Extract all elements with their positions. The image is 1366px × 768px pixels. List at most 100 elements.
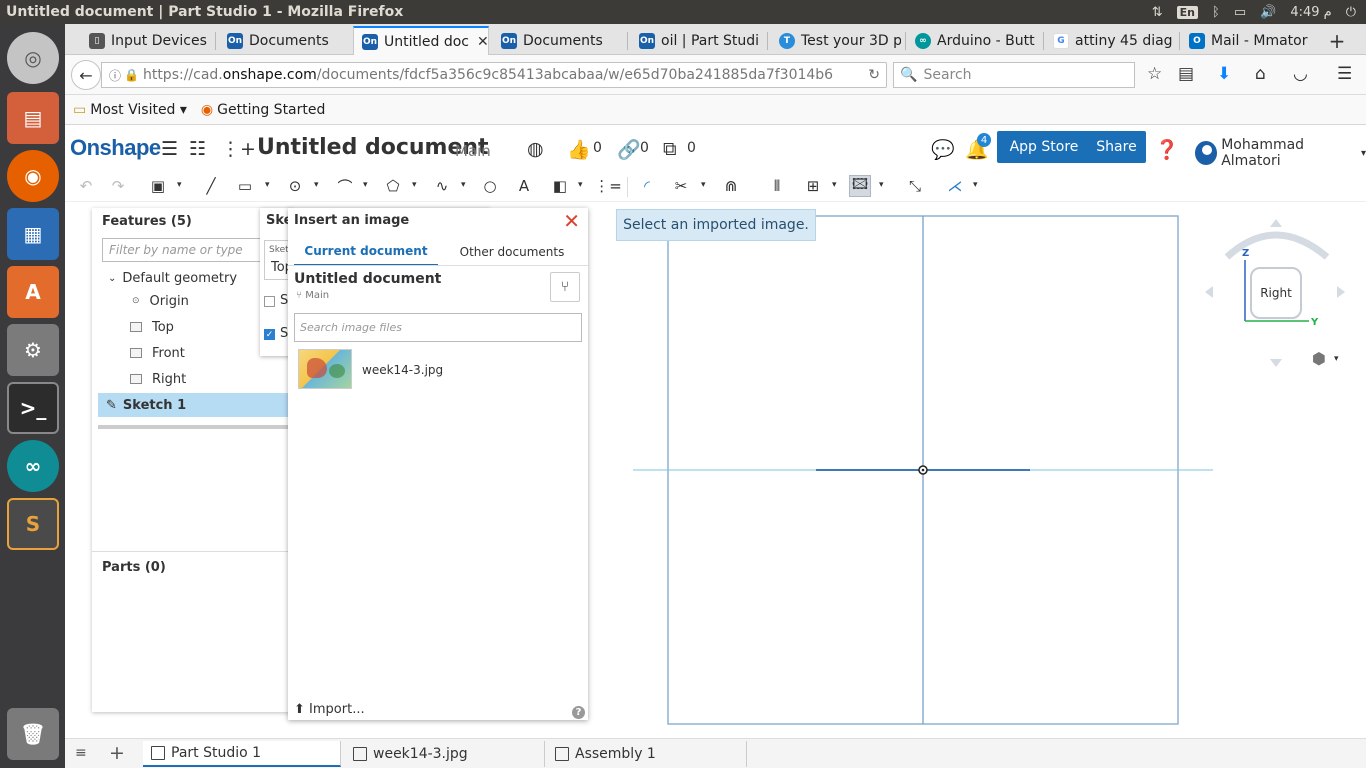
language-indicator[interactable]: En <box>1176 5 1199 19</box>
ubuntu-dash-icon[interactable]: ◎ <box>7 32 59 84</box>
close-icon[interactable]: ✕ <box>477 34 488 50</box>
new-tab-button[interactable]: + <box>1322 26 1352 55</box>
tab-documents[interactable]: On Documents <box>219 26 349 55</box>
tab-input-devices[interactable]: ▯ Input Devices <box>81 26 211 55</box>
url-bar[interactable]: ⓘ 🔒 https://cad.onshape.com/documents/fd… <box>101 62 887 88</box>
firefox-icon[interactable]: ◉ <box>7 150 59 202</box>
share-button[interactable]: Share <box>1087 131 1146 163</box>
horizontal-scrollbar[interactable] <box>98 425 288 429</box>
arduino-icon[interactable]: ∞ <box>7 440 59 492</box>
spline-icon[interactable]: ∿ <box>431 175 453 197</box>
mirror-icon[interactable]: ⫴ <box>766 175 788 197</box>
tab-assembly-1[interactable]: Assembly 1 <box>547 741 747 767</box>
line-icon[interactable]: ╱ <box>200 175 222 197</box>
insert-feature-icon[interactable]: ⋮+ <box>221 138 256 160</box>
info-icon[interactable]: ⓘ <box>106 67 124 84</box>
construction-icon[interactable]: ⋮= <box>594 175 622 197</box>
help-icon[interactable]: ? <box>572 706 585 719</box>
tab-attiny[interactable]: G attiny 45 diag <box>1045 26 1175 55</box>
keyboard-arrows-icon[interactable]: ⇅ <box>1152 5 1163 20</box>
trash-icon[interactable]: 🗑 <box>7 708 59 760</box>
fillet-icon[interactable]: ◜ <box>636 175 658 197</box>
tab-current-document[interactable]: Current document <box>294 238 438 266</box>
chevron-down-icon[interactable]: ⌄ <box>108 273 116 284</box>
trim-icon[interactable]: ✂ <box>670 175 692 197</box>
downloads-icon[interactable]: ⬇ <box>1217 64 1231 84</box>
branch-icon[interactable]: ⑂ <box>550 272 580 302</box>
software-center-icon[interactable]: A <box>7 266 59 318</box>
home-icon[interactable]: ⌂ <box>1255 64 1266 84</box>
hamburger-menu-icon[interactable]: ☰ <box>161 138 178 160</box>
terminal-icon[interactable]: >_ <box>7 382 59 434</box>
reload-icon[interactable]: ↻ <box>868 67 880 83</box>
view-cube-face[interactable]: Right <box>1250 267 1302 319</box>
tab-mail[interactable]: O Mail - Mmator <box>1181 26 1317 55</box>
search-image-input[interactable]: Search image files <box>294 313 582 342</box>
close-icon[interactable]: ✕ <box>563 209 580 233</box>
undo-icon[interactable]: ↶ <box>75 175 97 197</box>
checkbox-unchecked[interactable] <box>264 296 275 307</box>
arc-icon[interactable]: ⌒ <box>334 175 356 197</box>
url-text[interactable]: https://cad.onshape.com/documents/fdcf5a… <box>143 67 833 83</box>
like-icon[interactable]: 👍 <box>567 138 591 161</box>
image-thumbnail[interactable] <box>298 349 352 389</box>
cube-menu-icon[interactable]: ⬢ <box>1312 349 1326 368</box>
image-file-name[interactable]: week14-3.jpg <box>362 363 443 377</box>
tab-arduino[interactable]: ∞ Arduino - Butt <box>907 26 1039 55</box>
chat-icon[interactable]: 💬 <box>931 138 955 161</box>
user-menu[interactable]: Mohammad Almatori ▾ <box>1195 137 1366 169</box>
tab-other-documents[interactable]: Other documents <box>440 238 584 266</box>
writer-icon[interactable]: ▦ <box>7 208 59 260</box>
globe-icon[interactable]: ◍ <box>527 138 544 160</box>
clock[interactable]: 4:49 م <box>1290 5 1331 20</box>
plane-right-node[interactable]: Right <box>92 367 292 391</box>
bookmark-star-icon[interactable]: ☆ <box>1147 64 1162 84</box>
volume-icon[interactable]: 🔊 <box>1260 5 1276 20</box>
circle-icon[interactable]: ⊙ <box>284 175 306 197</box>
checkbox-checked[interactable]: ✓ <box>264 329 275 340</box>
sketch-icon[interactable]: ▣ <box>147 175 169 197</box>
sublime-icon[interactable]: S <box>7 498 59 550</box>
bookmark-getting-started[interactable]: ◉ Getting Started <box>201 102 325 118</box>
settings-icon[interactable]: ⚙ <box>7 324 59 376</box>
menu-icon[interactable]: ☰ <box>1337 64 1352 84</box>
tab-week14-image[interactable]: week14-3.jpg <box>345 741 545 767</box>
use-icon[interactable]: ◧ <box>549 175 571 197</box>
tab-part-studio-1[interactable]: Part Studio 1 <box>143 741 341 767</box>
document-title[interactable]: Untitled document <box>257 135 489 160</box>
battery-icon[interactable]: ▭ <box>1234 5 1246 20</box>
constraint-icon[interactable]: ⋌ <box>944 175 966 197</box>
sketch-1-node[interactable]: ✎ Sketch 1 <box>98 393 292 417</box>
polygon-icon[interactable]: ⬠ <box>382 175 404 197</box>
rectangle-icon[interactable]: ▭ <box>234 175 256 197</box>
tab-untitled-document[interactable]: On Untitled doc ✕ <box>353 26 489 55</box>
bookmark-most-visited[interactable]: ▭ Most Visited ▾ <box>73 102 187 118</box>
pocket-icon[interactable]: ◡ <box>1293 64 1308 84</box>
offset-icon[interactable]: ⋒ <box>720 175 742 197</box>
view-cube[interactable]: Z Y Right ⬢ ▾ <box>1205 215 1355 375</box>
files-icon[interactable]: ▤ <box>7 92 59 144</box>
add-tab-icon[interactable]: + <box>109 742 125 764</box>
import-button[interactable]: ⬆ Import... <box>294 702 365 717</box>
power-icon[interactable]: ⏻ <box>1346 5 1356 20</box>
pattern-icon[interactable]: ⊞ <box>802 175 824 197</box>
tab-manager-icon[interactable]: ≡ <box>75 745 87 761</box>
reading-list-icon[interactable]: ▤ <box>1178 64 1194 84</box>
point-icon[interactable]: ○ <box>479 175 501 197</box>
text-icon[interactable]: A <box>513 175 535 197</box>
tab-oil-part-studio[interactable]: On oil | Part Studi <box>631 26 763 55</box>
parts-title[interactable]: Parts (0) <box>102 560 166 575</box>
onshape-logo[interactable]: Onshape <box>70 135 161 161</box>
back-button[interactable]: ← <box>71 60 101 90</box>
link-icon[interactable]: 🔗 <box>617 138 641 161</box>
help-icon[interactable]: ❓ <box>1155 138 1179 161</box>
tab-test-3d[interactable]: T Test your 3D p <box>771 26 901 55</box>
tab-documents-2[interactable]: On Documents <box>493 26 623 55</box>
chevron-down-icon[interactable]: ▾ <box>1334 354 1339 364</box>
redo-icon[interactable]: ↷ <box>107 175 129 197</box>
app-store-button[interactable]: App Store <box>997 131 1091 163</box>
copy-icon[interactable]: ⧉ <box>663 138 677 160</box>
bluetooth-icon[interactable]: ᛒ <box>1212 5 1220 20</box>
dimension-icon[interactable]: ⤡ <box>904 175 926 197</box>
feature-list-icon[interactable]: ☷ <box>189 138 206 160</box>
